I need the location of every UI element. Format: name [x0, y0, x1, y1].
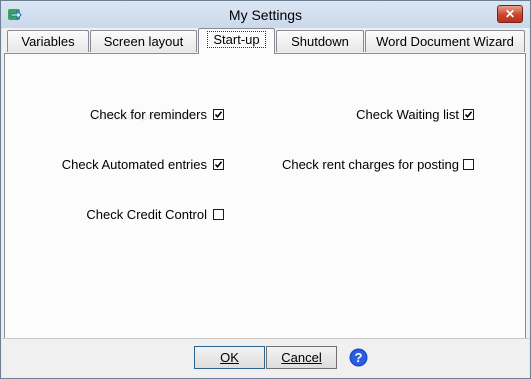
- check-waiting-list-checkbox[interactable]: [463, 109, 474, 120]
- tab-word-document-wizard[interactable]: Word Document Wizard: [365, 30, 525, 52]
- check-credit-control-checkbox[interactable]: [213, 209, 224, 220]
- check-rent-charges-checkbox[interactable]: [463, 159, 474, 170]
- tab-shutdown[interactable]: Shutdown: [276, 30, 364, 52]
- title-bar: My Settings ✕: [1, 1, 530, 29]
- check-rent-charges-label: Check rent charges for posting: [281, 157, 459, 172]
- dialog-client: Variables Screen layout Start-up Shutdow…: [2, 28, 529, 378]
- check-waiting-list-label: Check Waiting list: [356, 107, 459, 122]
- checkmark-icon: [464, 111, 473, 119]
- checkmark-icon: [214, 111, 223, 119]
- tab-screen-layout[interactable]: Screen layout: [90, 30, 197, 52]
- tab-label: Variables: [21, 34, 75, 49]
- help-icon[interactable]: ?: [349, 348, 368, 367]
- check-for-reminders-label: Check for reminders: [89, 107, 207, 122]
- tab-variables[interactable]: Variables: [7, 30, 89, 52]
- check-for-reminders-checkbox[interactable]: [213, 109, 224, 120]
- window-title: My Settings: [228, 7, 303, 23]
- tab-label: Screen layout: [103, 34, 184, 49]
- cancel-label: Cancel: [281, 350, 322, 365]
- tab-label: Shutdown: [291, 34, 349, 49]
- button-bar: OK Cancel ?: [2, 338, 529, 378]
- tab-label: Start-up: [207, 31, 266, 48]
- check-automated-entries-checkbox[interactable]: [213, 159, 224, 170]
- tab-strip: Variables Screen layout Start-up Shutdow…: [2, 28, 529, 54]
- start-up-panel: www.softpedia.com Check for reminders Ch…: [4, 53, 526, 363]
- check-automated-entries-label: Check Automated entries: [61, 157, 207, 172]
- close-button[interactable]: ✕: [497, 5, 523, 23]
- settings-window: My Settings ✕ Variables Screen layout St…: [0, 0, 531, 379]
- tab-start-up[interactable]: Start-up: [198, 28, 275, 54]
- ok-label: OK: [220, 350, 239, 365]
- check-credit-control-label: Check Credit Control: [86, 207, 207, 222]
- close-icon: ✕: [504, 7, 516, 21]
- ok-button[interactable]: OK: [194, 346, 265, 369]
- cancel-button[interactable]: Cancel: [266, 346, 337, 369]
- checkmark-icon: [214, 161, 223, 169]
- svg-text:?: ?: [355, 350, 363, 365]
- tab-label: Word Document Wizard: [376, 34, 514, 49]
